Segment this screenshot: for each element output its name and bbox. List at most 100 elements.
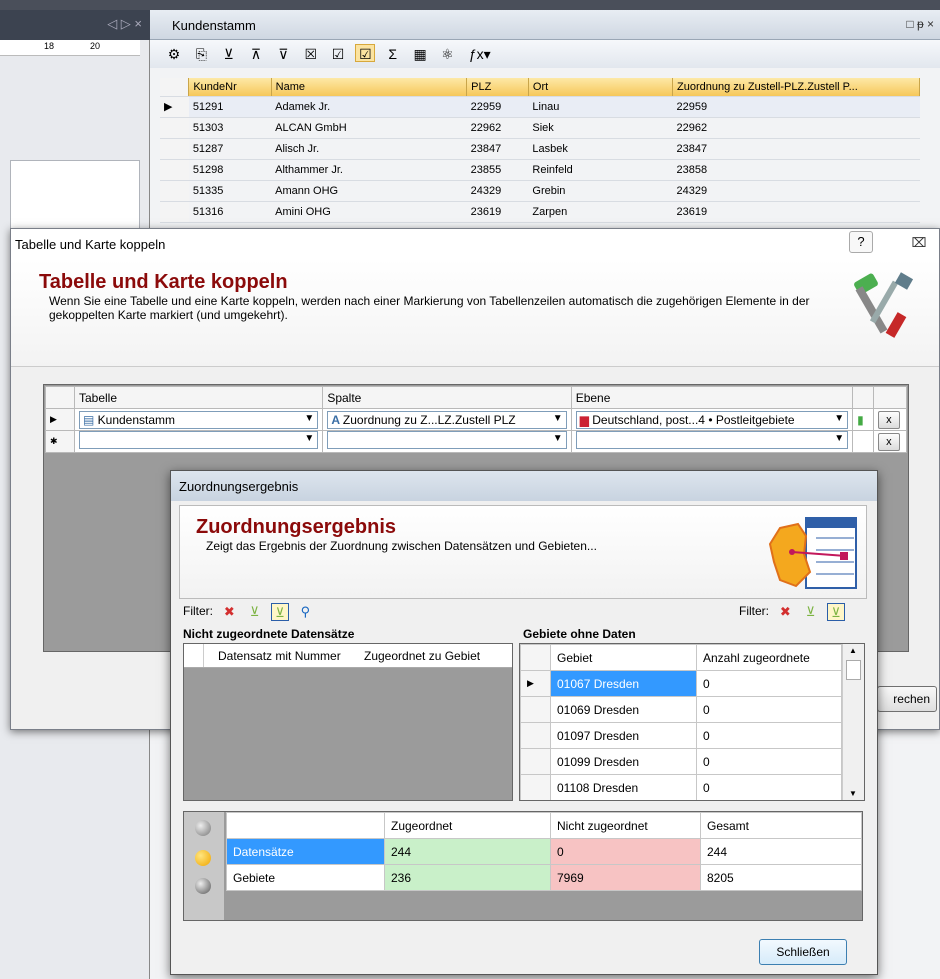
cell[interactable]: Amini OHG [271,201,467,223]
column-header[interactable]: Datensatz mit Nummer [218,649,341,663]
properties-icon[interactable]: ⚙ [164,45,184,63]
cell[interactable]: Amann OHG [271,180,467,202]
count-cell[interactable]: 0 [696,696,842,723]
filter-clear-icon[interactable]: ⊼ [246,45,266,63]
close-icon[interactable]: ◁ ▷ × [107,16,142,32]
coupling-row[interactable]: ▶ ▤ Kundenstamm ▼ A Zuordnung zu Z...LZ.Z… [45,408,908,431]
filter-remove-icon[interactable]: ✖ [220,603,238,621]
cell[interactable]: 51335 [188,180,272,202]
filter-active-icon[interactable]: ⊻ [827,603,846,621]
filter-check-icon[interactable]: ⊻ [802,603,820,621]
cell[interactable]: 23847 [466,138,529,160]
select-active-icon[interactable]: ☑ [355,44,376,62]
stats-row[interactable]: Gebiete 236 7969 8205 [226,864,862,891]
help-button[interactable]: ? [849,231,873,253]
close-button[interactable]: Schließen [759,939,847,965]
cell[interactable]: 23858 [672,159,920,181]
filter-remove-icon[interactable]: ✖ [776,603,794,621]
cell[interactable]: 22962 [672,117,920,139]
ebene-cell[interactable]: ▼ [570,430,854,453]
column-header[interactable]: Zugeordnet zu Gebiet [364,649,480,663]
table-row[interactable]: 51335 Amann OHG 24329 Grebin 24329 [160,180,920,202]
cell[interactable]: 23619 [672,201,920,223]
spalte-cell[interactable]: ▼ [322,430,572,453]
cell[interactable]: Reinfeld [528,159,673,181]
gebiet-cell[interactable]: 01067 Dresden [550,670,697,697]
cell[interactable]: 22959 [466,96,529,118]
table-row[interactable]: 51287 Alisch Jr. 23847 Lasbek 23847 [160,138,920,160]
table-row[interactable]: 51316 Amini OHG 23619 Zarpen 23619 [160,201,920,223]
ebene-select[interactable]: ▼ [575,431,849,449]
cell[interactable]: Zarpen [528,201,673,223]
cell[interactable]: Lasbek [528,138,673,160]
scroll-up-icon[interactable]: ▲ [849,646,857,655]
cell[interactable]: Alisch Jr. [271,138,467,160]
table-row[interactable]: ▶ 51291 Adamek Jr. 22959 Linau 22959 [160,96,920,118]
cell[interactable]: 22962 [466,117,529,139]
remove-cell[interactable]: x [872,408,908,431]
cell[interactable]: 51316 [188,201,272,223]
cell[interactable]: 22959 [672,96,920,118]
select-add-icon[interactable]: ☑ [328,45,348,63]
table-row[interactable]: 51298 Althammer Jr. 23855 Reinfeld 23858 [160,159,920,181]
cell[interactable]: 24329 [672,180,920,202]
cancel-button[interactable]: rechen [877,686,937,712]
column-header[interactable]: Name [271,78,468,97]
spalte-cell[interactable]: A Zuordnung zu Z...LZ.Zustell PLZ ▼ [322,408,572,431]
vertical-scrollbar[interactable]: ▲ ▼ [842,644,864,800]
gebiet-cell[interactable]: 01097 Dresden [550,722,697,749]
scroll-thumb[interactable] [846,660,861,680]
cell[interactable]: Adamek Jr. [271,96,467,118]
tabelle-select[interactable]: ▼ [78,431,319,449]
cell[interactable]: 23847 [672,138,920,160]
column-header[interactable]: Ort [528,78,673,97]
sum-icon[interactable]: Σ [383,45,403,63]
gebiet-cell[interactable]: 01069 Dresden [550,696,697,723]
cell[interactable]: Siek [528,117,673,139]
remove-cell[interactable]: x [872,430,908,453]
filter-active-icon[interactable]: ⊻ [271,603,290,621]
table-row[interactable]: 01069 Dresden 0 [520,696,842,723]
filter-edit-icon[interactable]: ⊽ [273,45,293,63]
cell[interactable]: Grebin [528,180,673,202]
gebiet-cell[interactable]: 01099 Dresden [550,748,697,775]
remove-row-button[interactable]: x [877,432,900,451]
count-cell[interactable]: 0 [696,774,842,800]
ebene-select[interactable]: ▆ Deutschland, post...4 • Postleitgebiet… [575,410,849,429]
window-controls[interactable]: □ ᵽ × [906,17,934,31]
close-button[interactable]: ⌧ [907,233,931,253]
cell[interactable]: ALCAN GmbH [271,117,467,139]
couple-map-icon[interactable]: ▦ [410,45,430,63]
table-row[interactable]: ▶ 01067 Dresden 0 [520,670,842,697]
search-icon[interactable]: ⚲ [296,603,314,621]
table-row[interactable]: 01097 Dresden 0 [520,722,842,749]
function-icon[interactable]: ƒx▾ [465,45,495,63]
spalte-select[interactable]: ▼ [327,431,567,449]
filter-icon[interactable]: ⊻ [219,45,239,63]
cell[interactable]: Althammer Jr. [271,159,467,181]
scroll-down-icon[interactable]: ▼ [849,789,857,798]
cell[interactable]: 23855 [466,159,529,181]
cell[interactable]: 51291 [188,96,272,118]
table-row[interactable]: 51303 ALCAN GmbH 22962 Siek 22962 [160,117,920,139]
count-cell[interactable]: 0 [696,722,842,749]
tabelle-cell[interactable]: ▤ Kundenstamm ▼ [73,408,324,431]
column-header[interactable]: Zuordnung zu Zustell-PLZ.Zustell P... [672,78,921,97]
column-header[interactable]: PLZ [466,78,529,97]
cell[interactable]: 51287 [188,138,272,160]
filter-check-icon[interactable]: ⊻ [246,603,264,621]
cell[interactable]: 51298 [188,159,272,181]
count-cell[interactable]: 0 [696,670,842,697]
stats-row[interactable]: Datensätze 244 0 244 [226,838,862,865]
tabelle-select[interactable]: ▤ Kundenstamm ▼ [78,410,319,429]
calc-icon[interactable]: ⚛ [437,45,457,63]
column-header[interactable]: KundeNr [188,78,272,97]
column-header[interactable]: Gebiet [550,644,697,671]
cell[interactable]: Linau [528,96,673,118]
cell[interactable]: 51303 [188,117,272,139]
table-row[interactable]: 01099 Dresden 0 [520,748,842,775]
row-label[interactable]: Datensätze [226,838,385,865]
tabelle-cell[interactable]: ▼ [73,430,324,453]
select-filter-icon[interactable]: ☒ [301,45,321,63]
gebiet-cell[interactable]: 01108 Dresden [550,774,697,800]
